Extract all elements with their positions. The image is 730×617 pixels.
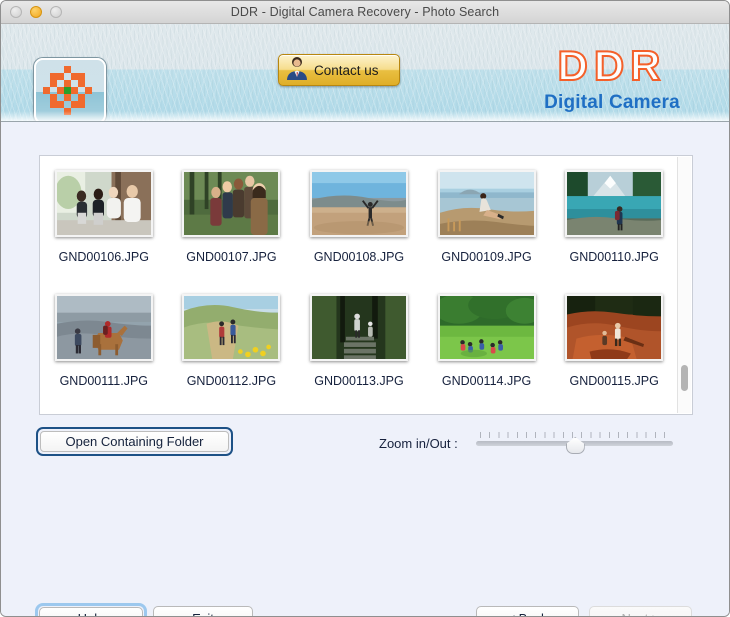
open-containing-folder-focus-ring: Open Containing Folder: [36, 427, 233, 456]
brand-block: DDR Digital Camera: [517, 42, 707, 114]
app-window: DDR - Digital Camera Recovery - Photo Se…: [0, 0, 730, 617]
brand-title: DDR: [557, 42, 667, 89]
thumbnail-item[interactable]: GND00108.JPG: [295, 164, 423, 288]
app-header: Contact us DDR Digital Camera: [1, 24, 729, 122]
zoom-slider-ticks: [479, 432, 669, 438]
thumbnail-label: GND00112.JPG: [186, 374, 277, 388]
thumbnail-label: GND00115.JPG: [569, 374, 659, 388]
thumbnail-image[interactable]: [309, 170, 408, 237]
thumbnail-item[interactable]: GND00106.JPG: [40, 164, 168, 288]
title-bar: DDR - Digital Camera Recovery - Photo Se…: [1, 1, 729, 24]
app-logo-icon: [34, 58, 106, 121]
next-button: Next >: [589, 606, 692, 616]
contact-us-label: Contact us: [314, 62, 379, 78]
thumbnail-label: GND00111.JPG: [59, 374, 149, 388]
person-avatar-icon: [285, 55, 309, 85]
thumbnail-image[interactable]: [54, 170, 153, 237]
zoom-slider-thumb[interactable]: [565, 437, 585, 454]
thumbnail-image[interactable]: [309, 294, 408, 361]
thumbnail-label: GND00113.JPG: [314, 374, 404, 388]
thumbnail-image[interactable]: [182, 294, 281, 361]
zoom-slider[interactable]: [475, 432, 673, 454]
thumbnail-label: GND00110.JPG: [569, 250, 659, 264]
thumbnail-label: GND00107.JPG: [186, 250, 277, 264]
zoom-label: Zoom in/Out :: [379, 435, 458, 451]
thumbnail-item[interactable]: GND00107.JPG: [168, 164, 296, 288]
open-containing-folder-button[interactable]: Open Containing Folder: [40, 431, 229, 452]
zoom-control-row: Zoom in/Out :: [379, 432, 673, 454]
thumbnail-grid: GND00106.JPG GND00107.JPG GND00108.JPG GND0…: [40, 156, 678, 414]
thumbnail-label: GND00109.JPG: [441, 250, 532, 264]
thumbnail-label: GND00108.JPG: [313, 250, 405, 264]
thumbnail-label: GND00114.JPG: [441, 374, 532, 388]
window-title: DDR - Digital Camera Recovery - Photo Se…: [230, 5, 500, 19]
thumbnail-item[interactable]: GND00113.JPG: [295, 288, 423, 412]
help-focus-ring: Help: [35, 603, 147, 616]
thumbnail-item[interactable]: GND00111.JPG: [40, 288, 168, 412]
thumbnail-image[interactable]: [437, 294, 536, 361]
contact-us-button[interactable]: Contact us: [278, 54, 400, 86]
thumbnail-item[interactable]: GND00115.JPG: [550, 288, 678, 412]
thumbnail-image[interactable]: [565, 294, 664, 361]
back-button[interactable]: < Back: [476, 606, 579, 616]
scrollbar-thumb[interactable]: [681, 365, 688, 391]
help-button[interactable]: Help: [39, 607, 143, 616]
thumbnail-item[interactable]: GND00109.JPG: [423, 164, 551, 288]
brand-subtitle: Digital Camera: [544, 92, 680, 113]
thumbnail-image[interactable]: [182, 170, 281, 237]
thumbnail-label: GND00106.JPG: [58, 250, 149, 264]
vertical-scrollbar[interactable]: [677, 157, 691, 413]
thumbnail-item[interactable]: GND00110.JPG: [550, 164, 678, 288]
exit-button[interactable]: Exit: [153, 606, 253, 616]
thumbnail-panel: GND00106.JPG GND00107.JPG GND00108.JPG GND0…: [39, 155, 693, 415]
thumbnail-item[interactable]: GND00114.JPG: [423, 288, 551, 412]
thumbnail-image[interactable]: [565, 170, 664, 237]
thumbnail-image[interactable]: [54, 294, 153, 361]
main-content: GND00106.JPG GND00107.JPG GND00108.JPG GND0…: [1, 122, 729, 616]
thumbnail-image[interactable]: [437, 170, 536, 237]
thumbnail-item[interactable]: GND00112.JPG: [168, 288, 296, 412]
